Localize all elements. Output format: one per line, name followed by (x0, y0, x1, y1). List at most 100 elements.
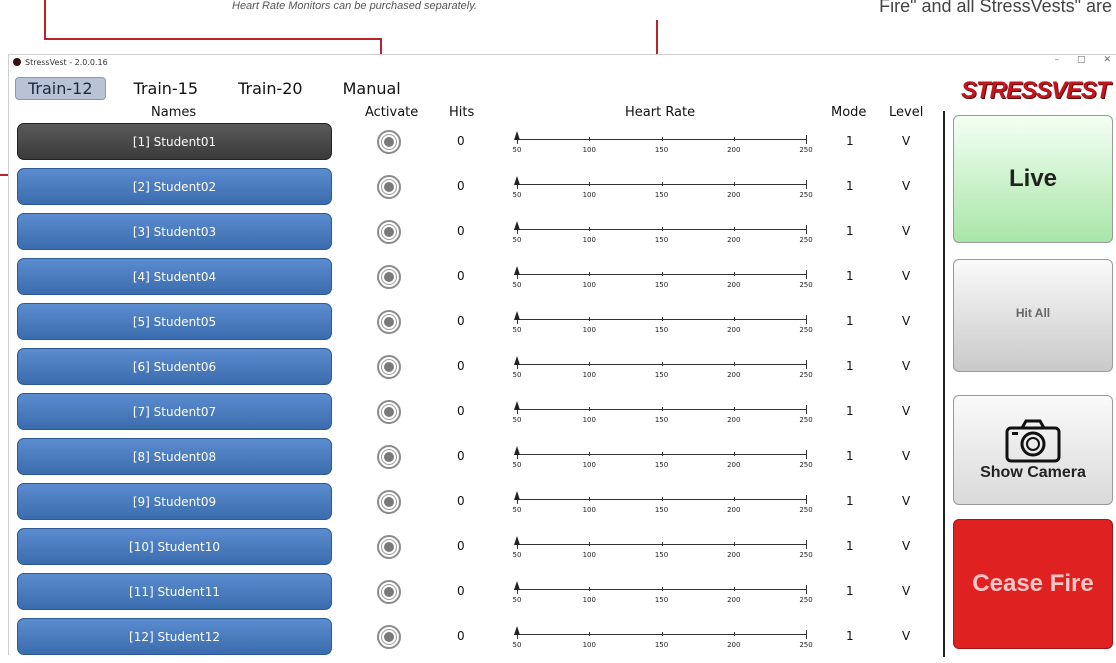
heart-rate-slider[interactable]: 50 100 150 200 250 (513, 444, 813, 469)
slider-thumb[interactable] (514, 131, 520, 140)
heart-rate-slider[interactable]: 50 100 150 200 250 (513, 354, 813, 379)
slider-tick (733, 497, 735, 501)
slider-tick-label: 200 (727, 416, 741, 424)
student-row: [2] Student02 0 50 100 150 200 250 1 V (9, 168, 949, 213)
heart-rate-slider[interactable]: 50 100 150 200 250 (512, 534, 813, 559)
slider-thumb[interactable] (514, 266, 520, 275)
target-ring-icon[interactable] (377, 535, 401, 559)
slider-thumb[interactable] (514, 401, 520, 410)
slider-thumb[interactable] (514, 176, 520, 185)
tab-train-12[interactable]: Train-12 (15, 77, 106, 100)
tab-train-15[interactable]: Train-15 (134, 79, 199, 98)
slider-tick-label: 50 (512, 551, 522, 559)
student-button[interactable]: [7] Student07 (17, 393, 332, 430)
slider-tick-label: 100 (582, 461, 596, 469)
student-button[interactable]: [12] Student12 (17, 618, 332, 655)
slider-tick-label: 100 (582, 371, 596, 379)
slider-tick-label: 250 (799, 371, 813, 379)
heart-rate-slider[interactable]: 50 100 150 200 250 (512, 264, 813, 289)
target-ring-icon[interactable] (377, 445, 401, 469)
cease-fire-button[interactable]: Cease Fire (953, 519, 1113, 649)
student-button[interactable]: [5] Student05 (17, 303, 332, 340)
slider-thumb[interactable] (514, 311, 520, 320)
student-row: [11] Student11 0 50 100 150 200 250 1 V (9, 573, 949, 618)
control-panel: Live Hit All Show Camera Cease Fire (943, 111, 1116, 657)
student-button[interactable]: [3] Student03 (17, 213, 332, 250)
student-button[interactable]: [4] Student04 (17, 258, 332, 295)
target-ring-icon[interactable] (377, 220, 401, 244)
slider-tick-label: 100 (582, 506, 596, 514)
tab-manual[interactable]: Manual (343, 79, 401, 98)
slider-tick-label: 200 (727, 551, 741, 559)
slider-tick (806, 225, 807, 234)
student-row: [1] Student01 0 50 100 150 200 250 1 V (9, 123, 949, 168)
slider-tick-label: 150 (654, 506, 669, 514)
slider-thumb[interactable] (514, 626, 520, 635)
target-ring-icon[interactable] (377, 130, 401, 154)
slider-thumb[interactable] (514, 536, 520, 545)
heart-rate-slider[interactable]: 50 100 150 200 250 (513, 624, 813, 649)
target-ring-icon[interactable] (377, 310, 401, 334)
show-camera-button[interactable]: Show Camera (953, 395, 1113, 505)
target-core (384, 632, 394, 642)
heart-rate-slider[interactable]: 50 100 150 200 250 (513, 579, 813, 604)
target-ring-icon[interactable] (377, 625, 401, 649)
heart-rate-slider[interactable]: 50 100 150 200 250 (512, 174, 813, 199)
slider-tick-label: 250 (799, 506, 813, 514)
slider-tick (589, 632, 591, 636)
student-button[interactable]: [11] Student11 (17, 573, 332, 610)
slider-tick-label: 50 (512, 191, 522, 199)
target-ring-icon[interactable] (377, 400, 401, 424)
maximize-button[interactable]: □ (1077, 55, 1086, 65)
close-button[interactable]: ✕ (1103, 55, 1111, 65)
slider-tick (661, 542, 663, 546)
slider-tick-label: 250 (799, 326, 813, 334)
level-value: V (902, 314, 911, 328)
slider-tick (589, 497, 591, 501)
student-button[interactable]: [2] Student02 (17, 168, 332, 205)
slider-tick (661, 407, 663, 411)
heart-rate-slider[interactable]: 50 100 150 200 250 (513, 129, 813, 154)
target-ring-inner (381, 404, 397, 420)
tab-train-20[interactable]: Train-20 (238, 79, 303, 98)
student-button[interactable]: [1] Student01 (17, 123, 332, 160)
slider-thumb[interactable] (514, 221, 520, 230)
target-ring-icon[interactable] (377, 265, 401, 289)
target-ring-icon[interactable] (377, 355, 401, 379)
hit-all-button[interactable]: Hit All (953, 259, 1113, 372)
slider-thumb[interactable] (514, 581, 520, 590)
hits-count: 0 (457, 404, 465, 418)
slider-tick-label: 100 (582, 146, 596, 154)
slider-thumb[interactable] (514, 446, 520, 455)
minimize-button[interactable]: – (1054, 55, 1059, 65)
target-ring-inner (381, 539, 397, 555)
target-ring-icon[interactable] (377, 580, 401, 604)
slider-tick (733, 227, 735, 231)
heart-rate-slider[interactable]: 50 100 150 200 250 (513, 309, 813, 334)
slider-thumb[interactable] (514, 491, 520, 500)
slider-tick-label: 250 (799, 281, 813, 289)
slider-tick-label: 50 (512, 281, 522, 289)
target-core (384, 452, 394, 462)
slider-tick-label: 150 (654, 641, 669, 649)
slider-tick-label: 200 (727, 461, 741, 469)
target-ring-icon[interactable] (377, 175, 401, 199)
student-button[interactable]: [6] Student06 (17, 348, 332, 385)
slider-tick-label: 150 (654, 146, 669, 154)
student-button[interactable]: [9] Student09 (17, 483, 332, 520)
target-ring-icon[interactable] (377, 490, 401, 514)
slider-thumb[interactable] (514, 356, 520, 365)
level-value: V (902, 629, 911, 643)
slider-tick (589, 362, 591, 366)
student-button[interactable]: [10] Student10 (17, 528, 332, 565)
header-names: Names (151, 105, 197, 120)
heart-rate-slider[interactable]: 50 100 150 200 250 (513, 399, 813, 424)
heart-rate-slider[interactable]: 50 100 150 200 250 (513, 219, 813, 244)
student-button[interactable]: [8] Student08 (17, 438, 332, 475)
header-mode: Mode (831, 105, 867, 120)
slider-tick (806, 135, 807, 144)
slider-tick (733, 182, 735, 186)
heart-rate-slider[interactable]: 50 100 150 200 250 (513, 489, 813, 514)
slider-tick (733, 632, 735, 636)
live-button[interactable]: Live (953, 115, 1113, 243)
